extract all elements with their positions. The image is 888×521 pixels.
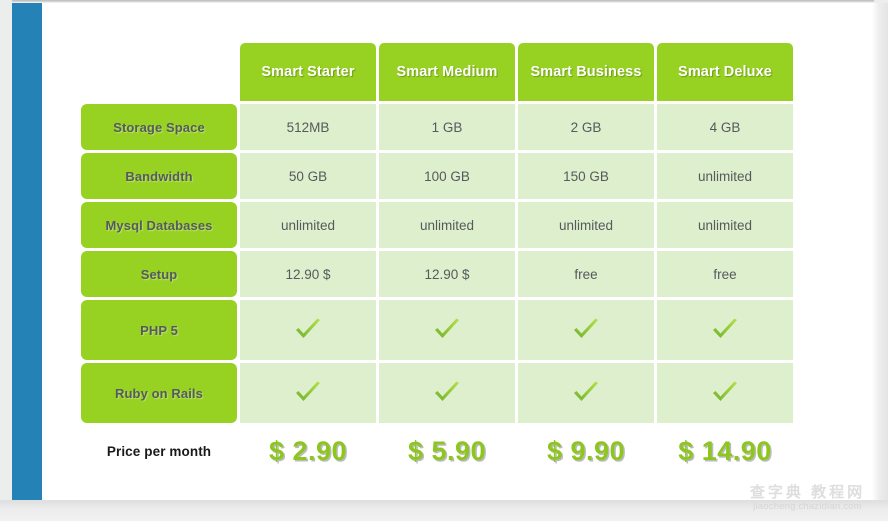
cell-storage-space-smart-deluxe: 4 GB — [657, 104, 793, 150]
table-row: Mysql Databases unlimited unlimited unli… — [81, 202, 793, 248]
cell-ruby-on-rails-smart-starter — [240, 363, 376, 423]
check-icon — [571, 316, 601, 344]
feature-label-mysql-databases: Mysql Databases — [81, 202, 237, 248]
cell-storage-space-smart-starter: 512MB — [240, 104, 376, 150]
cell-bandwidth-smart-medium: 100 GB — [379, 153, 515, 199]
cell-ruby-on-rails-smart-deluxe — [657, 363, 793, 423]
plan-header-row: Smart Starter Smart Medium Smart Busines… — [81, 43, 793, 101]
cell-bandwidth-smart-business: 150 GB — [518, 153, 654, 199]
table-row: Ruby on Rails — [81, 363, 793, 423]
cell-storage-space-smart-medium: 1 GB — [379, 104, 515, 150]
cell-setup-smart-deluxe: free — [657, 251, 793, 297]
cell-php-5-smart-starter — [240, 300, 376, 360]
feature-label-storage-space: Storage Space — [81, 104, 237, 150]
table-row: Bandwidth 50 GB 100 GB 150 GB unlimited — [81, 153, 793, 199]
pricing-table-container: Smart Starter Smart Medium Smart Busines… — [78, 40, 793, 479]
check-icon — [432, 379, 462, 407]
check-icon — [293, 379, 323, 407]
feature-label-bandwidth: Bandwidth — [81, 153, 237, 199]
feature-label-ruby-on-rails: Ruby on Rails — [81, 363, 237, 423]
price-smart-medium: $ 5.90 — [407, 435, 487, 466]
check-icon — [710, 316, 740, 344]
table-corner-cell — [81, 43, 237, 101]
price-row-label: Price per month — [106, 443, 212, 459]
check-icon — [432, 316, 462, 344]
check-icon — [710, 379, 740, 407]
cell-storage-space-smart-business: 2 GB — [518, 104, 654, 150]
table-row: Storage Space 512MB 1 GB 2 GB 4 GB — [81, 104, 793, 150]
left-blue-rail — [12, 3, 42, 500]
feature-label-php-5: PHP 5 — [81, 300, 237, 360]
pricing-table: Smart Starter Smart Medium Smart Busines… — [78, 40, 796, 479]
cell-bandwidth-smart-starter: 50 GB — [240, 153, 376, 199]
cell-setup-smart-starter: 12.90 $ — [240, 251, 376, 297]
check-icon — [293, 316, 323, 344]
cell-mysql-databases-smart-business: unlimited — [518, 202, 654, 248]
price-smart-deluxe: $ 14.90 — [678, 435, 772, 466]
cell-mysql-databases-smart-medium: unlimited — [379, 202, 515, 248]
plan-header-smart-medium[interactable]: Smart Medium — [379, 43, 515, 101]
cell-mysql-databases-smart-deluxe: unlimited — [657, 202, 793, 248]
cell-setup-smart-medium: 12.90 $ — [379, 251, 515, 297]
plan-header-smart-deluxe[interactable]: Smart Deluxe — [657, 43, 793, 101]
table-row: Setup 12.90 $ 12.90 $ free free — [81, 251, 793, 297]
cell-php-5-smart-medium — [379, 300, 515, 360]
cell-php-5-smart-business — [518, 300, 654, 360]
pricing-table-body: Storage Space 512MB 1 GB 2 GB 4 GB Bandw… — [81, 104, 793, 476]
cell-mysql-databases-smart-starter: unlimited — [240, 202, 376, 248]
plan-header-smart-starter[interactable]: Smart Starter — [240, 43, 376, 101]
pricing-table-head: Smart Starter Smart Medium Smart Busines… — [81, 43, 793, 101]
feature-label-setup: Setup — [81, 251, 237, 297]
check-icon — [571, 379, 601, 407]
table-row: PHP 5 — [81, 300, 793, 360]
cell-bandwidth-smart-deluxe: unlimited — [657, 153, 793, 199]
price-smart-starter: $ 2.90 — [268, 435, 348, 466]
browser-viewport: Smart Starter Smart Medium Smart Busines… — [0, 0, 888, 521]
price-smart-business: $ 9.90 — [546, 435, 626, 466]
cell-ruby-on-rails-smart-medium — [379, 363, 515, 423]
cell-ruby-on-rails-smart-business — [518, 363, 654, 423]
page-right-edge — [872, 3, 888, 500]
cell-php-5-smart-deluxe — [657, 300, 793, 360]
price-row: Price per month $ 2.90 $ 5.90 $ 9.90 $ 1… — [81, 426, 793, 476]
cell-setup-smart-business: free — [518, 251, 654, 297]
plan-header-smart-business[interactable]: Smart Business — [518, 43, 654, 101]
page-bottom-edge — [0, 500, 888, 521]
